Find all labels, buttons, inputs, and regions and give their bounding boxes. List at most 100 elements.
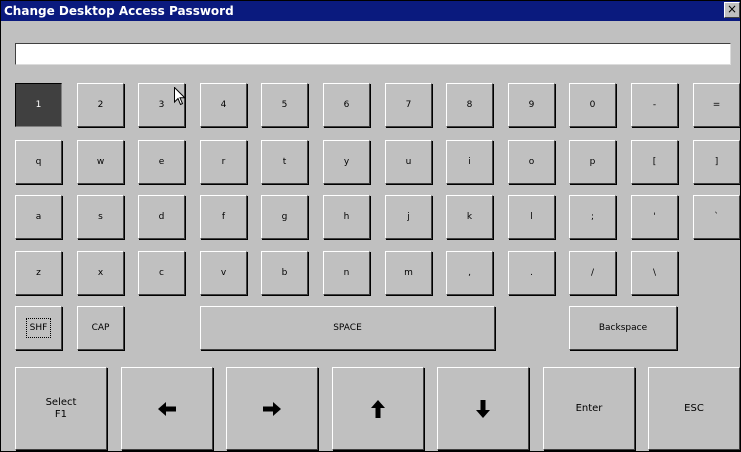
key-label: a: [35, 212, 42, 222]
key-p[interactable]: p: [569, 140, 616, 184]
key-j[interactable]: j: [385, 195, 432, 239]
key-label: ': [653, 212, 656, 222]
key-semicolon[interactable]: ;: [569, 195, 616, 239]
key-label: g: [281, 212, 288, 222]
key-8[interactable]: 8: [446, 83, 493, 127]
caps-lock-key[interactable]: CAP: [77, 306, 124, 350]
key-9[interactable]: 9: [508, 83, 555, 127]
key-label: p: [589, 157, 596, 167]
window-title: Change Desktop Access Password: [4, 4, 234, 18]
key-i[interactable]: i: [446, 140, 493, 184]
key-c[interactable]: c: [138, 251, 185, 295]
key-t[interactable]: t: [261, 140, 308, 184]
key-1[interactable]: 1: [15, 83, 62, 127]
key-a[interactable]: a: [15, 195, 62, 239]
key-y[interactable]: y: [323, 140, 370, 184]
enter-label: Enter: [575, 402, 603, 414]
arrow-left-icon: [157, 399, 177, 419]
key-label: 3: [158, 100, 165, 110]
arrow-down-icon: [473, 399, 493, 419]
mouse-pointer-icon: [174, 87, 186, 106]
key-label: 7: [405, 100, 412, 110]
key-period[interactable]: .: [508, 251, 555, 295]
key-label: q: [35, 157, 42, 167]
shift-key[interactable]: SHF: [15, 306, 62, 350]
key-equals[interactable]: =: [693, 83, 740, 127]
key-left-bracket[interactable]: [: [631, 140, 678, 184]
key-slash[interactable]: /: [569, 251, 616, 295]
key-label: i: [468, 157, 471, 167]
key-label: k: [466, 212, 473, 222]
arrow-right-icon: [262, 399, 282, 419]
key-label: c: [159, 268, 164, 278]
key-0[interactable]: 0: [569, 83, 616, 127]
enter-button[interactable]: Enter: [543, 367, 635, 450]
key-backtick[interactable]: `: [693, 195, 740, 239]
key-f[interactable]: f: [200, 195, 247, 239]
key-label: Backspace: [598, 323, 648, 333]
key-label: 8: [466, 100, 473, 110]
key-label: ]: [714, 157, 719, 167]
key-m[interactable]: m: [385, 251, 432, 295]
up-arrow-button[interactable]: [332, 367, 424, 450]
key-label: t: [282, 157, 287, 167]
key-7[interactable]: 7: [385, 83, 432, 127]
esc-button[interactable]: ESC: [648, 367, 740, 450]
key-b[interactable]: b: [261, 251, 308, 295]
key-label: 5: [281, 100, 288, 110]
key-n[interactable]: n: [323, 251, 370, 295]
title-bar[interactable]: Change Desktop Access Password ×: [1, 1, 740, 21]
key-label: m: [404, 268, 413, 278]
key-label: =: [712, 100, 721, 110]
key-z[interactable]: z: [15, 251, 62, 295]
key-right-bracket[interactable]: ]: [693, 140, 740, 184]
key-label: r: [221, 157, 226, 167]
key-label: u: [405, 157, 412, 167]
key-label: x: [97, 268, 104, 278]
backspace-key[interactable]: Backspace: [569, 306, 677, 350]
key-label: d: [158, 212, 165, 222]
key-label: h: [343, 212, 350, 222]
select-line2: F1: [54, 408, 68, 420]
space-key[interactable]: SPACE: [200, 306, 495, 350]
key-label: 0: [589, 100, 596, 110]
key-o[interactable]: o: [508, 140, 555, 184]
key-q[interactable]: q: [15, 140, 62, 184]
key-5[interactable]: 5: [261, 83, 308, 127]
key-label: w: [96, 157, 105, 167]
key-label: 2: [97, 100, 104, 110]
key-minus[interactable]: -: [631, 83, 678, 127]
key-x[interactable]: x: [77, 251, 124, 295]
key-2[interactable]: 2: [77, 83, 124, 127]
key-comma[interactable]: ,: [446, 251, 493, 295]
key-v[interactable]: v: [200, 251, 247, 295]
key-h[interactable]: h: [323, 195, 370, 239]
key-w[interactable]: w: [77, 140, 124, 184]
key-k[interactable]: k: [446, 195, 493, 239]
key-label: SHF: [25, 318, 52, 338]
key-label: `: [714, 212, 719, 222]
password-input[interactable]: [15, 43, 731, 65]
key-label: b: [281, 268, 288, 278]
key-label: s: [98, 212, 103, 222]
key-r[interactable]: r: [200, 140, 247, 184]
select-line1: Select: [45, 396, 77, 408]
key-s[interactable]: s: [77, 195, 124, 239]
key-6[interactable]: 6: [323, 83, 370, 127]
key-backslash[interactable]: \: [631, 251, 678, 295]
key-d[interactable]: d: [138, 195, 185, 239]
close-button[interactable]: ×: [724, 2, 740, 18]
right-arrow-button[interactable]: [226, 367, 318, 450]
select-f1-button[interactable]: Select F1: [15, 367, 107, 450]
key-4[interactable]: 4: [200, 83, 247, 127]
key-e[interactable]: e: [138, 140, 185, 184]
down-arrow-button[interactable]: [437, 367, 529, 450]
key-label: [: [652, 157, 657, 167]
key-u[interactable]: u: [385, 140, 432, 184]
key-apostrophe[interactable]: ': [631, 195, 678, 239]
key-label: e: [158, 157, 165, 167]
key-label: /: [590, 268, 595, 278]
left-arrow-button[interactable]: [121, 367, 213, 450]
key-g[interactable]: g: [261, 195, 308, 239]
key-l[interactable]: l: [508, 195, 555, 239]
